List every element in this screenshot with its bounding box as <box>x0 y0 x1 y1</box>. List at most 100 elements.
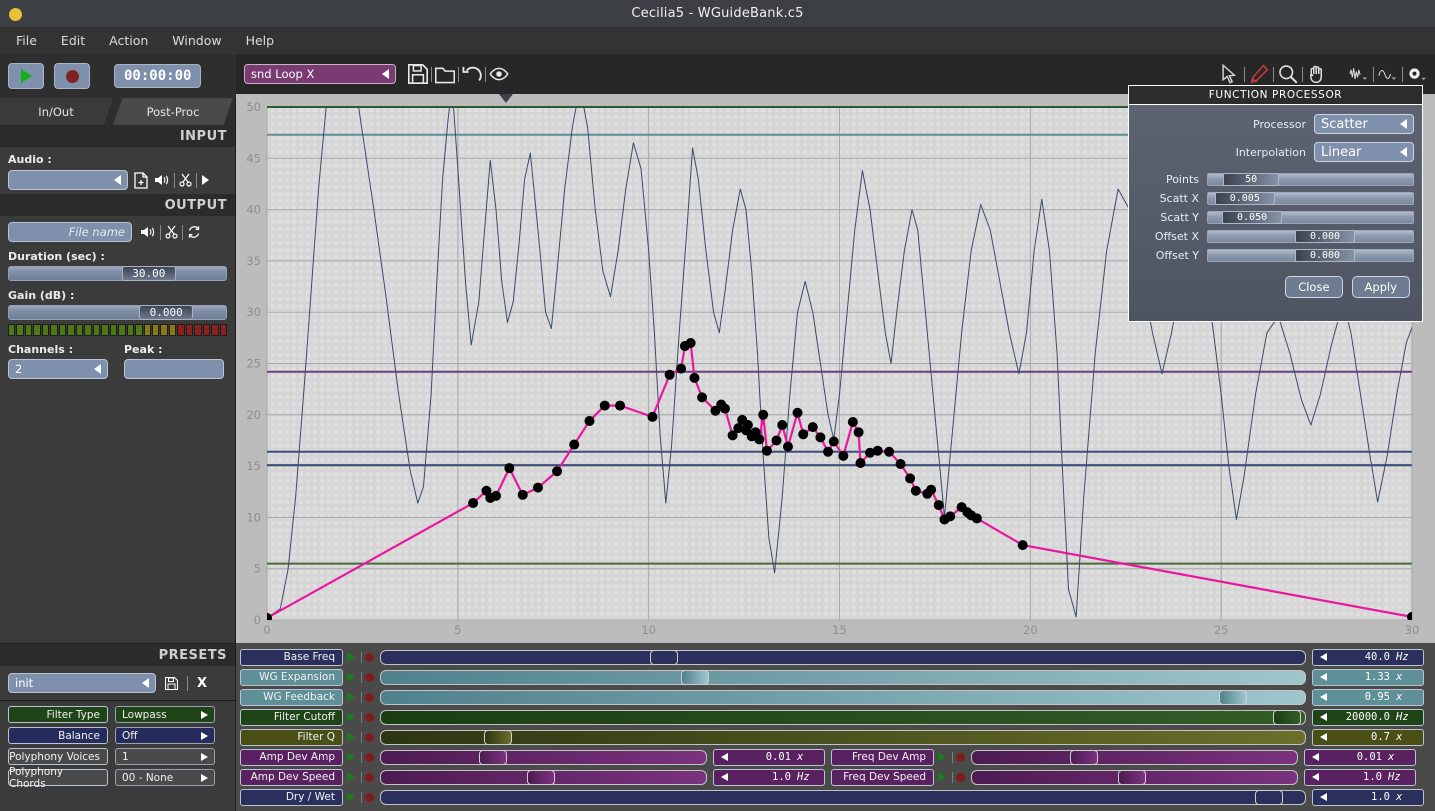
interpolation-popup[interactable]: Linear <box>1314 142 1414 162</box>
param-value-base-freq[interactable]: 40.0 Hz <box>1312 648 1424 666</box>
param-label-base-freq[interactable]: Base Freq <box>240 648 343 666</box>
record-button[interactable] <box>54 63 90 89</box>
param-slider-knob[interactable] <box>681 669 710 685</box>
param-play-button[interactable] <box>343 652 358 662</box>
param-value-freq-dev-amp[interactable]: 0.01 x <box>1304 748 1416 766</box>
gain-value[interactable]: 0.000 <box>139 305 194 320</box>
param-play-button[interactable] <box>343 712 358 722</box>
param-value-filter-cutoff[interactable]: 20000.0 Hz <box>1312 708 1424 726</box>
hand-icon[interactable] <box>1307 64 1327 84</box>
param-value-dry-wet[interactable]: 1.0 x <box>1312 788 1424 806</box>
param-slider-knob[interactable] <box>1117 769 1146 785</box>
menu-item-help[interactable]: Help <box>236 30 285 51</box>
speaker-icon[interactable] <box>140 225 156 239</box>
param-value-wg-expansion[interactable]: 1.33 x <box>1312 668 1424 686</box>
audio-input-popup[interactable] <box>8 170 128 190</box>
close-icon[interactable] <box>9 8 22 21</box>
param-automation-button[interactable] <box>365 672 374 682</box>
file-add-icon[interactable] <box>134 171 148 189</box>
param-slider-base-freq[interactable] <box>380 649 1306 665</box>
fp-offset-x-value[interactable]: 0.000 <box>1295 230 1355 243</box>
param-slider-knob[interactable] <box>1218 689 1247 705</box>
tab-post-proc[interactable]: Post-Proc <box>113 98 233 125</box>
param-automation-button[interactable] <box>365 692 374 702</box>
param-label-wg-feedback[interactable]: WG Feedback <box>240 688 343 706</box>
param-play-button[interactable] <box>343 732 358 742</box>
zoom-icon[interactable] <box>1278 64 1298 84</box>
param-play-button[interactable] <box>343 692 358 702</box>
param-label-freq-dev-speed[interactable]: Freq Dev Speed <box>831 768 934 786</box>
gain-slider[interactable]: 0.000 <box>8 305 227 320</box>
polyphony-voices-popup[interactable]: 1 <box>115 748 215 765</box>
close-button[interactable]: Close <box>1285 276 1343 298</box>
channels-popup[interactable]: 2 <box>8 359 108 379</box>
fp-scatt-y-value[interactable]: 0.050 <box>1222 211 1283 224</box>
param-automation-button[interactable] <box>365 732 374 742</box>
peak-field[interactable] <box>124 359 224 379</box>
param-slider-dry-wet[interactable] <box>380 789 1306 805</box>
gear-icon[interactable] <box>1407 64 1427 84</box>
scissors-icon[interactable] <box>165 225 178 239</box>
param-slider-freq-dev-amp[interactable] <box>971 749 1298 765</box>
param-label-wg-expansion[interactable]: WG Expansion <box>240 668 343 686</box>
function-processor-dialog[interactable]: FUNCTION PROCESSOR Processor Scatter Int… <box>1128 85 1423 322</box>
fp-scatt-y-slider[interactable]: 0.050 <box>1207 211 1414 224</box>
param-automation-button[interactable] <box>956 752 965 762</box>
param-automation-button[interactable] <box>365 752 374 762</box>
param-label-filter-cutoff[interactable]: Filter Cutoff <box>240 708 343 726</box>
fp-scatt-x-slider[interactable]: 0.005 <box>1207 192 1414 205</box>
param-play-button[interactable] <box>343 792 358 802</box>
delete-preset-button[interactable]: X <box>197 676 207 691</box>
duration-slider[interactable]: 30.00 <box>8 266 227 281</box>
param-play-button[interactable] <box>343 772 358 782</box>
fp-points-slider[interactable]: 50 <box>1207 173 1414 186</box>
fp-offset-y-value[interactable]: 0.000 <box>1295 249 1355 262</box>
envelope-icon[interactable] <box>1378 64 1398 84</box>
save-icon[interactable] <box>408 64 428 84</box>
param-play-button[interactable] <box>934 772 949 782</box>
param-label-amp-dev-amp[interactable]: Amp Dev Amp <box>240 748 343 766</box>
polyphony-chords-popup[interactable]: 00 - None <box>115 769 215 786</box>
param-automation-button[interactable] <box>365 772 374 782</box>
duration-value[interactable]: 30.00 <box>121 266 176 281</box>
pencil-icon[interactable] <box>1249 64 1269 84</box>
waveform-icon[interactable] <box>1349 64 1369 84</box>
processor-popup[interactable]: Scatter <box>1314 114 1414 134</box>
fp-points-value[interactable]: 50 <box>1223 173 1280 186</box>
playhead-marker-icon[interactable] <box>498 93 514 105</box>
param-slider-knob[interactable] <box>1070 749 1098 765</box>
menu-item-action[interactable]: Action <box>99 30 158 51</box>
param-slider-amp-dev-amp[interactable] <box>380 749 707 765</box>
param-label-filter-q[interactable]: Filter Q <box>240 728 343 746</box>
balance-popup[interactable]: Off <box>115 727 215 744</box>
param-slider-knob[interactable] <box>484 729 513 745</box>
fp-offset-x-slider[interactable]: 0.000 <box>1207 230 1414 243</box>
preset-popup[interactable]: init <box>8 673 156 693</box>
param-slider-knob[interactable] <box>526 769 555 785</box>
play-button[interactable] <box>8 63 44 89</box>
param-automation-button[interactable] <box>365 652 374 662</box>
param-value-freq-dev-speed[interactable]: 1.0 Hz <box>1304 768 1416 786</box>
speaker-icon[interactable] <box>154 173 170 187</box>
param-value-amp-dev-speed[interactable]: 1.0 Hz <box>713 768 825 786</box>
param-slider-freq-dev-speed[interactable] <box>971 769 1298 785</box>
param-automation-button[interactable] <box>365 792 374 802</box>
param-label-amp-dev-speed[interactable]: Amp Dev Speed <box>240 768 343 786</box>
param-slider-knob[interactable] <box>1272 709 1301 725</box>
scissors-icon[interactable] <box>179 173 192 187</box>
param-label-dry-wet[interactable]: Dry / Wet <box>240 788 343 806</box>
param-automation-button[interactable] <box>365 712 374 722</box>
param-slider-filter-cutoff[interactable] <box>380 709 1306 725</box>
folder-icon[interactable] <box>435 64 455 84</box>
fp-offset-y-slider[interactable]: 0.000 <box>1207 249 1414 262</box>
param-slider-filter-q[interactable] <box>380 729 1306 745</box>
param-play-button[interactable] <box>934 752 949 762</box>
param-slider-wg-feedback[interactable] <box>380 689 1306 705</box>
save-icon[interactable] <box>165 676 178 690</box>
param-slider-wg-expansion[interactable] <box>380 669 1306 685</box>
param-value-filter-q[interactable]: 0.7 x <box>1312 728 1424 746</box>
param-value-amp-dev-amp[interactable]: 0.01 x <box>713 748 825 766</box>
param-label-freq-dev-amp[interactable]: Freq Dev Amp <box>831 748 934 766</box>
param-play-button[interactable] <box>343 672 358 682</box>
menu-item-edit[interactable]: Edit <box>51 30 95 51</box>
